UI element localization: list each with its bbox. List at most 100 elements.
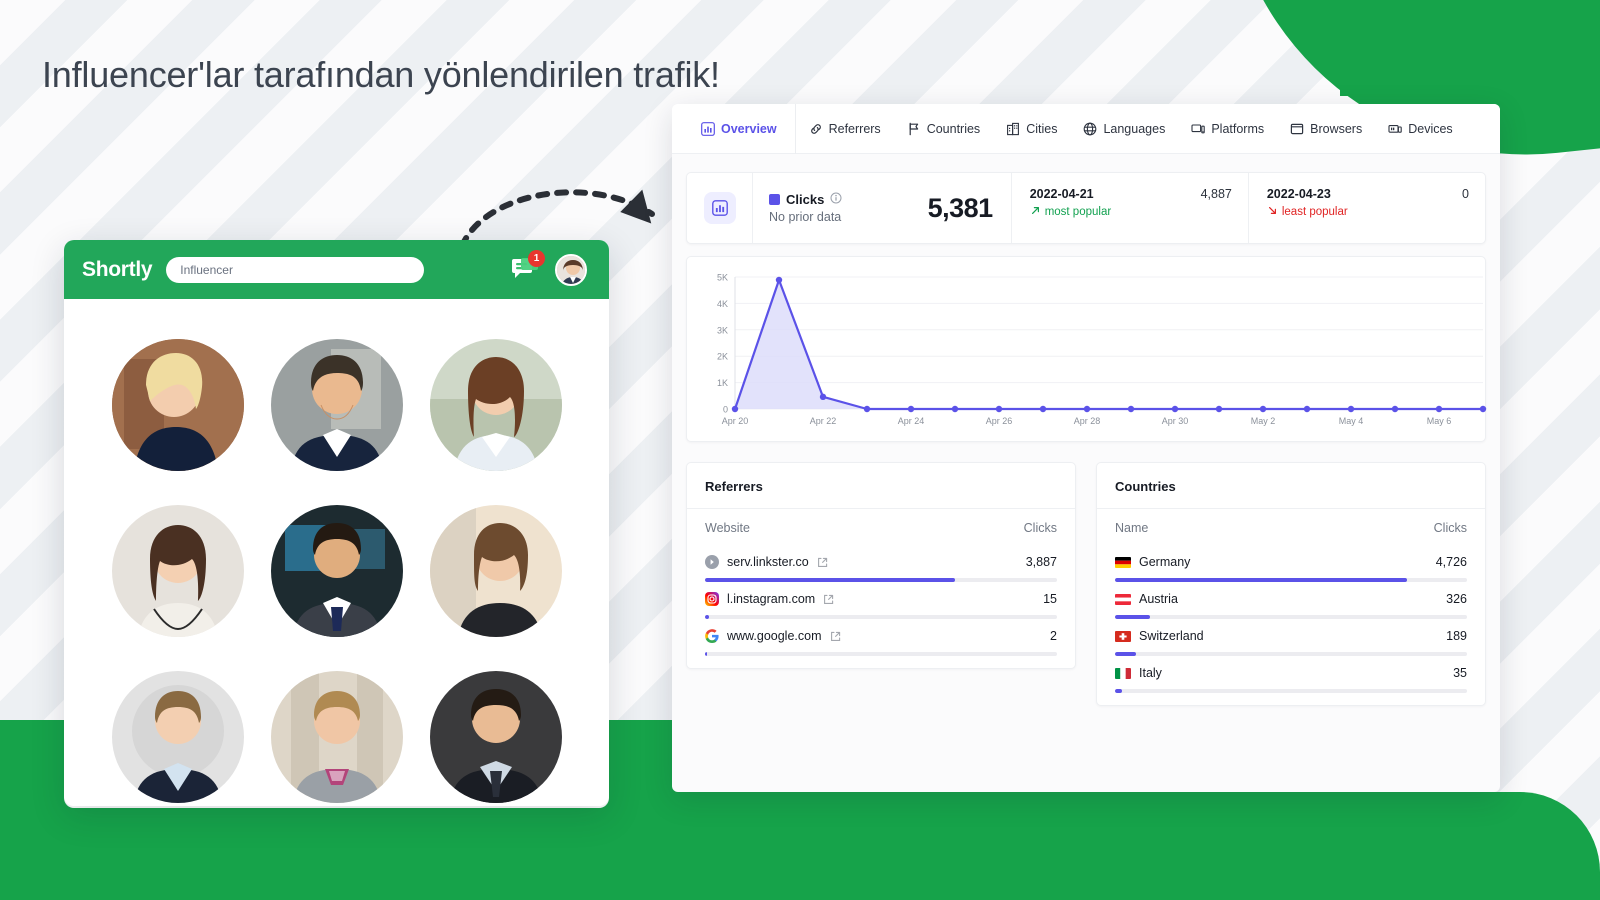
least-popular-value: 0 <box>1462 187 1469 201</box>
table-row[interactable]: Switzerland 189 <box>1115 619 1467 656</box>
row-value: 2 <box>1050 629 1057 643</box>
list-item[interactable] <box>429 505 562 637</box>
table-row-line: l.instagram.com 15 <box>705 592 1057 606</box>
bar-chart-icon <box>701 121 715 136</box>
list-item[interactable] <box>111 505 244 637</box>
referrers-card: Referrers Website Clicks serv.linkster.c… <box>686 462 1076 669</box>
row-name: Germany <box>1115 555 1190 569</box>
legend-swatch <box>769 194 780 205</box>
bar-chart-icon <box>703 192 736 224</box>
least-popular-trend: least popular <box>1267 205 1348 219</box>
table-row[interactable]: Germany 4,726 <box>1115 545 1467 582</box>
svg-text:Apr 24: Apr 24 <box>898 416 925 426</box>
list-item[interactable] <box>429 339 562 471</box>
tab-cities[interactable]: Cities <box>993 104 1070 154</box>
svg-text:2K: 2K <box>717 352 728 362</box>
list-item[interactable] <box>270 671 403 803</box>
most-popular-trend: most popular <box>1030 205 1111 219</box>
favicon-icon <box>705 555 719 569</box>
tab-label: Platforms <box>1211 121 1265 136</box>
external-link-icon[interactable] <box>817 557 828 568</box>
row-value: 4,726 <box>1435 555 1467 569</box>
tab-referrers[interactable]: Referrers <box>796 104 894 154</box>
stats-most-popular: 2022-04-21 most popular 4,887 <box>1012 173 1248 243</box>
tab-countries[interactable]: Countries <box>894 104 994 154</box>
favicon-icon <box>705 629 719 643</box>
svg-text:3K: 3K <box>717 325 728 335</box>
tab-label: Countries <box>926 121 981 136</box>
stats-least-popular: 2022-04-23 least popular 0 <box>1247 173 1485 243</box>
tab-browsers[interactable]: Browsers <box>1277 104 1375 154</box>
table-row[interactable]: Austria 326 <box>1115 582 1467 619</box>
row-label: l.instagram.com <box>727 592 816 606</box>
countries-col-clicks: Clicks <box>1433 521 1467 535</box>
external-link-icon[interactable] <box>823 594 834 605</box>
avatar[interactable] <box>555 253 587 286</box>
row-name: Italy <box>1115 666 1162 680</box>
info-icon[interactable] <box>830 192 842 207</box>
flag-icon <box>1115 667 1131 679</box>
external-link-icon[interactable] <box>830 631 841 642</box>
referrers-title: Referrers <box>687 463 1075 509</box>
referrers-col-clicks: Clicks <box>1023 521 1057 535</box>
svg-text:May 2: May 2 <box>1251 416 1276 426</box>
flag-icon <box>1115 556 1131 568</box>
svg-text:May 6: May 6 <box>1427 416 1452 426</box>
row-label: www.google.com <box>727 629 822 643</box>
row-name: Switzerland <box>1115 629 1204 643</box>
referrers-col-website: Website <box>705 521 750 535</box>
row-name: l.instagram.com <box>705 592 834 606</box>
table-row[interactable]: l.instagram.com 15 <box>705 582 1057 619</box>
most-popular-value: 4,887 <box>1200 187 1232 201</box>
tab-devices[interactable]: Devices <box>1375 104 1465 154</box>
globe-icon <box>1083 122 1097 136</box>
tab-label: Cities <box>1026 121 1058 136</box>
panel-header: Shortly Influencer 1 <box>64 240 609 299</box>
influencer-panel: Shortly Influencer 1 <box>64 240 609 806</box>
list-item[interactable] <box>270 505 403 637</box>
countries-rows: Germany 4,726 Austria 326 Switzerland 189 Ital… <box>1097 545 1485 705</box>
table-row-line: serv.linkster.co 3,887 <box>705 555 1057 569</box>
row-label: Austria <box>1139 592 1178 606</box>
dashboard-tabs: Overview Referrers Countries Cities Lang… <box>672 104 1500 154</box>
influencer-avatar-grid <box>64 299 609 803</box>
table-row-line: Austria 326 <box>1115 592 1467 606</box>
desktop-icon <box>1191 122 1206 136</box>
row-name: serv.linkster.co <box>705 555 828 569</box>
table-row[interactable]: serv.linkster.co 3,887 <box>705 545 1057 582</box>
analytics-dashboard: Overview Referrers Countries Cities Lang… <box>672 104 1500 792</box>
row-progress-bar <box>705 652 1057 656</box>
list-item[interactable] <box>111 671 244 803</box>
window-icon <box>1290 122 1304 136</box>
svg-text:1K: 1K <box>717 378 728 388</box>
flag-icon <box>907 122 921 136</box>
tab-languages[interactable]: Languages <box>1070 104 1178 154</box>
tab-platforms[interactable]: Platforms <box>1178 104 1277 154</box>
countries-col-name: Name <box>1115 521 1149 535</box>
chart-canvas: 0 1K 2K 3K 4K 5K Apr 20 Apr 22 Apr 24 Apr 26 Apr 2… <box>717 273 1487 426</box>
row-label: serv.linkster.co <box>727 555 809 569</box>
svg-text:Apr 22: Apr 22 <box>810 416 837 426</box>
tab-label: Languages <box>1103 121 1166 136</box>
countries-title: Countries <box>1097 463 1485 509</box>
row-label: Switzerland <box>1139 629 1204 643</box>
chat-bubble-icon[interactable]: 1 <box>511 249 545 283</box>
list-item[interactable] <box>270 339 403 471</box>
search-input[interactable]: Influencer <box>166 256 425 283</box>
least-popular-label: least popular <box>1281 206 1348 218</box>
metric-label-row: Clicks <box>769 192 842 207</box>
detail-cards-row: Referrers Website Clicks serv.linkster.c… <box>686 462 1486 706</box>
notification-badge: 1 <box>528 249 545 267</box>
list-item[interactable] <box>111 339 244 471</box>
tab-label: Browsers <box>1310 121 1363 136</box>
table-row-line: Switzerland 189 <box>1115 629 1467 643</box>
brand-logo: Shortly <box>82 257 153 281</box>
list-item[interactable] <box>429 671 562 803</box>
tab-overview[interactable]: Overview <box>688 104 796 154</box>
building-icon <box>1006 122 1020 136</box>
table-row[interactable]: Italy 35 <box>1115 656 1467 693</box>
search-input-value: Influencer <box>180 262 233 277</box>
countries-card: Countries Name Clicks Germany 4,726 Austri… <box>1096 462 1486 706</box>
table-row[interactable]: www.google.com 2 <box>705 619 1057 656</box>
table-row-line: Germany 4,726 <box>1115 555 1467 569</box>
